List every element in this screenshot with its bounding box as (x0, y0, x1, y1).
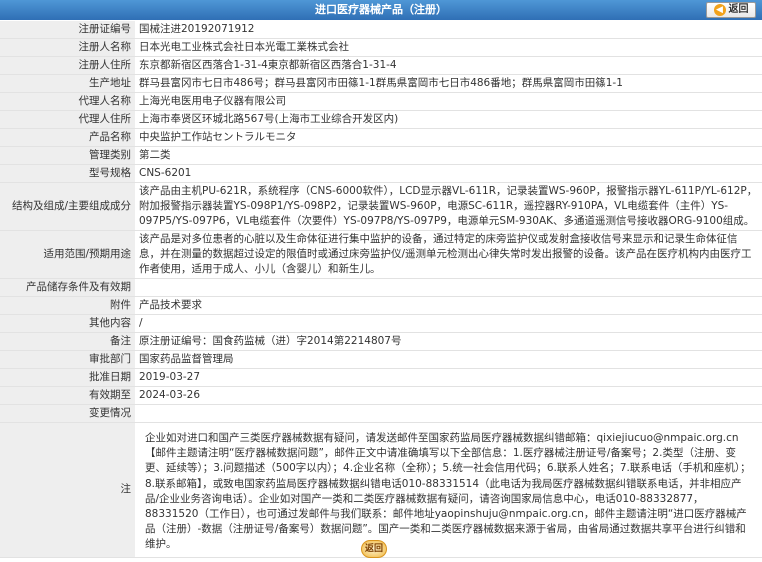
field-label: 审批部门 (0, 350, 135, 369)
field-value: 2024-03-26 (135, 386, 762, 405)
field-value: 东京都新宿区西落合1-31-4東京都新宿区西落合1-31-4 (135, 56, 762, 75)
field-label: 管理类别 (0, 146, 135, 165)
table-row: 产品名称 中央监护工作站セントラルモニタ (0, 128, 762, 147)
arrow-left-icon: ◀ (713, 4, 726, 16)
table-row: 有效期至 2024-03-26 (0, 386, 762, 405)
table-row: 审批部门 国家药品监督管理局 (0, 350, 762, 369)
table-row: 其他内容 / (0, 314, 762, 333)
field-label: 结构及组成/主要组成成分 (0, 182, 135, 231)
table-row: 注册证编号 国械注进20192071912 (0, 21, 762, 39)
table-row: 管理类别 第二类 (0, 146, 762, 165)
field-label: 型号规格 (0, 164, 135, 183)
field-value: CNS-6201 (135, 164, 762, 183)
field-value: 日本光电工业株式会社日本光電工業株式会社 (135, 38, 762, 57)
note-row: 注企业如对进口和国产三类医疗器械数据有疑问，请发送邮件至国家药监局医疗器械数据纠… (0, 422, 762, 558)
field-value: 上海市奉贤区环城北路567号(上海市工业综合开发区内) (135, 110, 762, 129)
field-label: 其他内容 (0, 314, 135, 333)
back-button-label: 返回 (728, 4, 749, 15)
field-label: 变更情况 (0, 404, 135, 423)
table-row: 结构及组成/主要组成成分 该产品由主机PU-621R，系统程序（CNS-6000软… (0, 182, 762, 231)
table-row: 产品储存条件及有效期 (0, 278, 762, 297)
table-row: 注册人住所 东京都新宿区西落合1-31-4東京都新宿区西落合1-31-4 (0, 56, 762, 75)
field-label: 产品储存条件及有效期 (0, 278, 135, 297)
table-row: 适用范围/预期用途 该产品是对多位患者的心脏以及生命体征进行集中监护的设备，通过特… (0, 230, 762, 279)
table-row: 代理人名称 上海光电医用电子仪器有限公司 (0, 92, 762, 111)
field-value: 原注册证编号：国食药监械（进）字2014第2214807号 (135, 332, 762, 351)
field-label: 注册证编号 (0, 21, 135, 39)
table-row: 备注 原注册证编号：国食药监械（进）字2014第2214807号 (0, 332, 762, 351)
field-label: 附件 (0, 296, 135, 315)
field-label: 代理人住所 (0, 110, 135, 129)
field-label: 适用范围/预期用途 (0, 230, 135, 279)
field-label: 注册人名称 (0, 38, 135, 57)
field-value: 产品技术要求 (135, 296, 762, 315)
table-row: 生产地址 群马县富冈市七日市486号；群马县富冈市田篠1-1群馬県富岡市七日市48… (0, 74, 762, 93)
field-label: 批准日期 (0, 368, 135, 387)
back-button-bottom[interactable]: 返回 (361, 540, 387, 558)
field-value: 2019-03-27 (135, 368, 762, 387)
page-title: 进口医疗器械产品（注册） (315, 3, 447, 16)
field-label: 生产地址 (0, 74, 135, 93)
note-label: 注 (0, 422, 135, 558)
field-value: 第二类 (135, 146, 762, 165)
field-value: / (135, 314, 762, 333)
field-label: 注册人住所 (0, 56, 135, 75)
field-value (135, 404, 762, 423)
field-value: 该产品由主机PU-621R，系统程序（CNS-6000软件），LCD显示器VL-… (135, 182, 762, 231)
table-row: 变更情况 (0, 404, 762, 423)
field-value: 国家药品监督管理局 (135, 350, 762, 369)
field-label: 有效期至 (0, 386, 135, 405)
table-row: 批准日期 2019-03-27 (0, 368, 762, 387)
field-label: 备注 (0, 332, 135, 351)
table-row: 代理人住所 上海市奉贤区环城北路567号(上海市工业综合开发区内) (0, 110, 762, 129)
field-value: 群马县富冈市七日市486号；群马县富冈市田篠1-1群馬県富岡市七日市486番地；… (135, 74, 762, 93)
note-text: 企业如对进口和国产三类医疗器械数据有疑问，请发送邮件至国家药监局医疗器械数据纠错… (135, 422, 762, 558)
field-label: 产品名称 (0, 128, 135, 147)
back-button[interactable]: ◀ 返回 (706, 2, 756, 18)
table-row: 型号规格 CNS-6201 (0, 164, 762, 183)
table-row: 附件 产品技术要求 (0, 296, 762, 315)
field-value: 国械注进20192071912 (135, 21, 762, 39)
field-value (135, 278, 762, 297)
field-value: 中央监护工作站セントラルモニタ (135, 128, 762, 147)
field-value: 上海光电医用电子仪器有限公司 (135, 92, 762, 111)
detail-table: 注册证编号 国械注进20192071912 注册人名称 日本光电工业株式会社日本光電… (0, 21, 762, 558)
table-row: 注册人名称 日本光电工业株式会社日本光電工業株式会社 (0, 38, 762, 57)
field-label: 代理人名称 (0, 92, 135, 111)
page-title-bar: 进口医疗器械产品（注册） (0, 0, 762, 20)
field-value: 该产品是对多位患者的心脏以及生命体征进行集中监护的设备，通过特定的床旁监护仪或发… (135, 230, 762, 279)
